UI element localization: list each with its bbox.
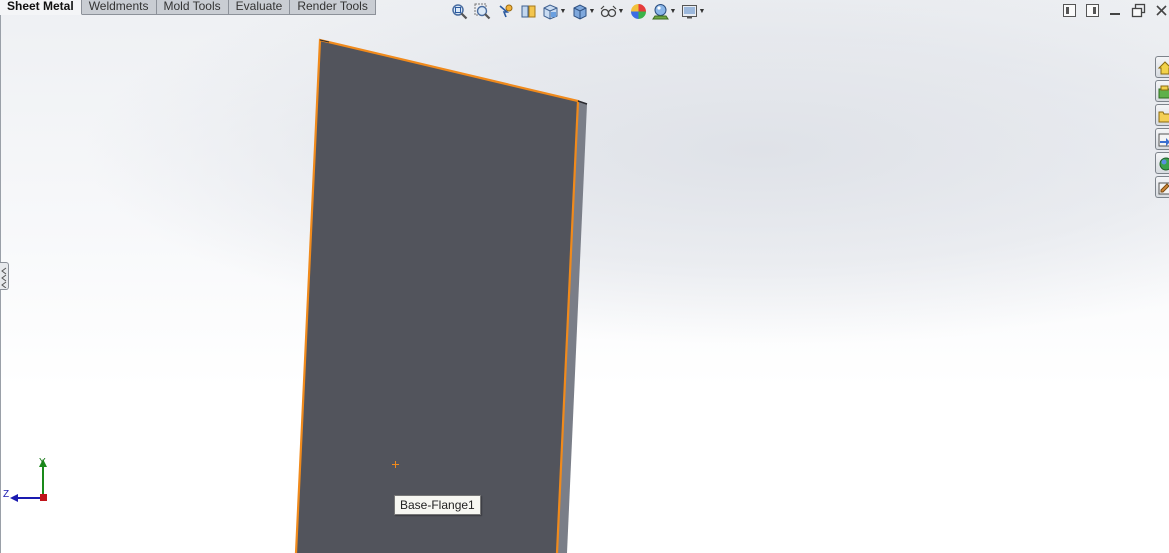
triad-z-label: Z	[3, 489, 10, 500]
feature-tooltip: Base-Flange1	[394, 495, 481, 515]
base-flange-part[interactable]	[0, 0, 1169, 553]
triad-y-label: Y	[39, 457, 46, 468]
part-front-face[interactable]	[296, 40, 578, 553]
reference-triad: Y Z	[3, 457, 53, 510]
